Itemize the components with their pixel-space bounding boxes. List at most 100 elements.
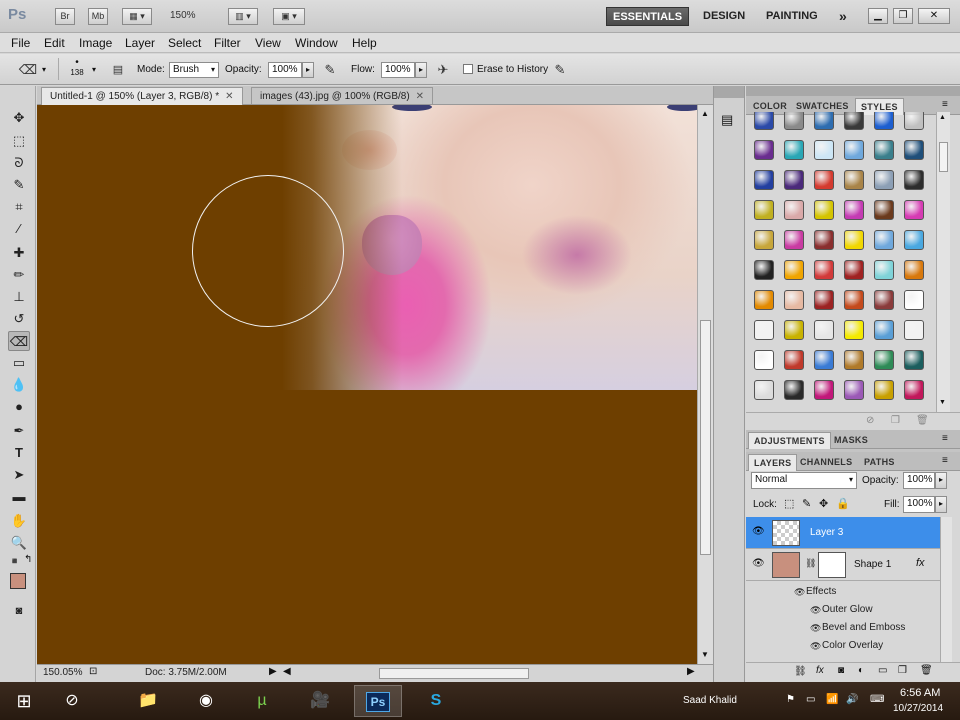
delete-layer-icon[interactable]: 🗑 — [920, 665, 933, 676]
zoom-level[interactable]: 150% — [170, 10, 196, 21]
effect-bevel-emboss[interactable]: 👁 Bevel and Emboss — [810, 619, 905, 637]
lock-all-icon[interactable]: 🔒 — [836, 497, 850, 510]
layers-scrollbar[interactable] — [940, 517, 952, 662]
new-adjustment-icon[interactable]: ◐ — [858, 665, 864, 676]
fx-icon[interactable]: fx — [916, 557, 925, 569]
menu-help[interactable]: Help — [352, 36, 377, 50]
flow-slider-button[interactable]: ▸ — [415, 62, 427, 78]
style-preset-swatch[interactable] — [904, 230, 924, 250]
style-preset-swatch[interactable] — [874, 350, 894, 370]
style-preset-swatch[interactable] — [814, 320, 834, 340]
style-preset-swatch[interactable] — [814, 350, 834, 370]
visibility-eye-icon[interactable]: 👁 — [752, 526, 765, 537]
style-preset-swatch[interactable] — [814, 260, 834, 280]
dodge-tool-icon[interactable]: ● — [8, 397, 30, 417]
style-preset-swatch[interactable] — [814, 140, 834, 160]
link-layers-icon[interactable]: ⛓ — [794, 666, 807, 677]
style-preset-swatch[interactable] — [844, 380, 864, 400]
panel-menu-icon[interactable]: ≡ — [942, 455, 948, 466]
style-preset-swatch[interactable] — [904, 320, 924, 340]
style-preset-swatch[interactable] — [904, 380, 924, 400]
pen-tool-icon[interactable]: ✒ — [8, 421, 30, 441]
fill-slider-button[interactable]: ▸ — [935, 496, 947, 513]
view-extras-button[interactable]: ▦ ▾ — [122, 8, 152, 25]
effect-eye-icon[interactable]: 👁 — [810, 637, 821, 655]
start-button-icon[interactable]: ⊞ — [0, 685, 48, 717]
tab-images-43[interactable]: images (43).jpg @ 100% (RGB/8) ✕ — [251, 87, 434, 105]
style-preset-swatch[interactable] — [784, 170, 804, 190]
effect-outer-glow[interactable]: 👁 Outer Glow — [810, 601, 873, 619]
style-preset-swatch[interactable] — [874, 260, 894, 280]
style-preset-swatch[interactable] — [754, 140, 774, 160]
vertical-scroll-thumb[interactable] — [700, 320, 711, 555]
healing-brush-tool-icon[interactable]: ✚ — [8, 243, 30, 263]
menu-image[interactable]: Image — [79, 36, 112, 50]
panel-dock-header[interactable] — [746, 86, 960, 96]
style-preset-swatch[interactable] — [874, 200, 894, 220]
file-explorer-icon[interactable]: 📁 — [124, 685, 172, 717]
style-preset-swatch[interactable] — [874, 140, 894, 160]
lasso-tool-icon[interactable]: ᘐ — [8, 153, 30, 173]
screen-mode-button[interactable]: ▣ ▾ — [273, 8, 305, 25]
restore-button[interactable]: ❐ — [893, 8, 913, 24]
style-preset-swatch[interactable] — [904, 260, 924, 280]
close-tab-icon[interactable]: ✕ — [416, 91, 424, 102]
flow-field[interactable]: 100% — [381, 62, 415, 78]
workspace-essentials[interactable]: ESSENTIALS — [606, 7, 690, 26]
style-preset-swatch[interactable] — [784, 260, 804, 280]
style-preset-swatch[interactable] — [874, 320, 894, 340]
blur-tool-icon[interactable]: 💧 — [8, 375, 30, 395]
panel-menu-icon[interactable]: ≡ — [942, 99, 948, 110]
minimize-button[interactable]: ▁ — [868, 8, 888, 24]
menu-file[interactable]: File — [11, 36, 30, 50]
menu-view[interactable]: View — [255, 36, 281, 50]
tab-untitled-1[interactable]: Untitled-1 @ 150% (Layer 3, RGB/8) * ✕ — [41, 87, 243, 105]
style-preset-swatch[interactable] — [754, 170, 774, 190]
layer-opacity-field[interactable]: 100% — [903, 472, 935, 489]
lock-position-icon[interactable]: ✥ — [819, 497, 828, 510]
eraser-tool-icon[interactable]: ⌫ — [8, 331, 30, 351]
vertical-scrollbar[interactable]: ▲ ▼ — [697, 105, 713, 664]
dock-header[interactable] — [714, 86, 744, 98]
crop-tool-icon[interactable]: ⌗ — [8, 197, 30, 217]
panel-menu-icon[interactable]: ≡ — [942, 433, 948, 444]
style-preset-swatch[interactable] — [904, 200, 924, 220]
skype-icon[interactable]: S — [412, 685, 460, 717]
workspace-design[interactable]: DESIGN — [697, 7, 751, 26]
style-preset-swatch[interactable] — [904, 350, 924, 370]
scroll-right-icon[interactable]: ▶ — [687, 666, 695, 677]
clear-style-icon[interactable]: ⊘ — [866, 415, 874, 426]
style-preset-swatch[interactable] — [844, 200, 864, 220]
effect-eye-icon[interactable]: 👁 — [810, 601, 821, 619]
style-preset-swatch[interactable] — [904, 170, 924, 190]
eyedropper-tool-icon[interactable]: ⁄ — [8, 219, 30, 239]
style-preset-swatch[interactable] — [844, 112, 864, 130]
scroll-up-icon[interactable]: ▲ — [701, 109, 709, 118]
style-preset-swatch[interactable] — [784, 230, 804, 250]
delete-style-icon[interactable]: 🗑 — [916, 415, 929, 426]
style-preset-swatch[interactable] — [784, 200, 804, 220]
layer-name[interactable]: Shape 1 — [854, 559, 891, 570]
effect-color-overlay[interactable]: 👁 Color Overlay — [810, 637, 883, 655]
airbrush-icon[interactable]: ✈ — [433, 60, 453, 80]
preset-dropdown-icon[interactable]: ▾ — [42, 65, 46, 74]
add-mask-icon[interactable]: ◙ — [838, 665, 844, 676]
gradient-tool-icon[interactable]: ▭ — [8, 353, 30, 373]
style-preset-swatch[interactable] — [904, 140, 924, 160]
style-preset-swatch[interactable] — [784, 350, 804, 370]
style-preset-swatch[interactable] — [874, 230, 894, 250]
new-group-icon[interactable]: ▭ — [878, 665, 887, 676]
tray-keyboard-icon[interactable]: ⌨ — [870, 694, 884, 705]
tab-layers[interactable]: LAYERS — [748, 454, 798, 471]
tab-adjustments[interactable]: ADJUSTMENTS — [748, 432, 831, 449]
arrange-documents-button[interactable]: ▥ ▾ — [228, 8, 258, 25]
style-preset-swatch[interactable] — [814, 112, 834, 130]
effect-eye-icon[interactable]: 👁 — [794, 583, 805, 601]
style-preset-swatch[interactable] — [754, 200, 774, 220]
brush-panel-icon[interactable]: ▤ — [108, 60, 128, 80]
quick-selection-tool-icon[interactable]: ✎ — [8, 175, 30, 195]
style-preset-swatch[interactable] — [874, 290, 894, 310]
style-preset-swatch[interactable] — [904, 290, 924, 310]
document-canvas[interactable] — [37, 105, 697, 664]
eraser-tool-preset-icon[interactable]: ⌫ — [18, 60, 38, 80]
